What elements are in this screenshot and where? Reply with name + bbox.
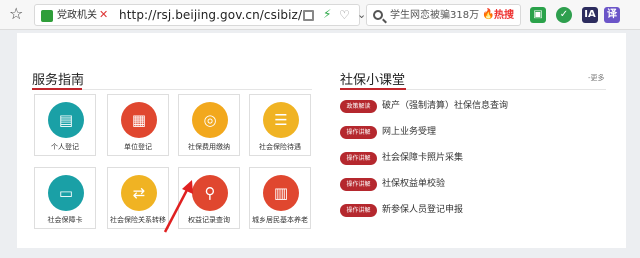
magnifier-icon: ⚲ [204,184,216,202]
service-tile[interactable]: ☰ 社会保险待遇 [249,94,311,156]
service-tile[interactable]: ▥ 城乡居民基本养老 [249,167,311,229]
service-tile-label: 社会保障卡 [47,216,83,224]
category-badge: 操作讲解 [340,152,377,165]
translate-extension-icon[interactable]: 译 [604,7,620,23]
service-tile[interactable]: ◎ 社保费用缴纳 [178,94,240,156]
service-tile-label: 社会保险待遇 [259,143,301,151]
site-category-label: 党政机关 [57,10,97,21]
category-badge: 操作讲解 [340,126,377,139]
more-link[interactable]: -更多 [588,73,605,83]
service-tile-label: 城乡居民基本养老 [252,216,308,224]
address-bar[interactable]: 党政机关 ✕ http://rsj.beijing.gov.cn/csibiz/… [34,4,366,26]
classroom-list-item[interactable]: 操作讲解 网上业务受理 [340,126,606,140]
classroom-item-link[interactable]: 破产（强制清算）社保信息查询 [382,100,508,113]
classroom-item-link[interactable]: 社会保障卡照片采集 [382,152,463,165]
ia-extension-icon[interactable]: IA [582,7,598,23]
fire-icon: 🔥 [482,9,495,20]
service-tile-label: 社保费用缴纳 [188,143,230,151]
service-tile-label: 单位登记 [124,143,152,151]
check-extension-icon[interactable]: ✓ [556,7,572,23]
social-card-icon: ▭ [58,184,74,202]
blocked-icon[interactable]: ✕ [99,8,108,22]
search-box[interactable]: 学生网恋被骗318万 🔥 热搜 [366,4,521,26]
category-badge: 操作讲解 [340,204,377,217]
classroom-list-item[interactable]: 政策解读 破产（强制清算）社保信息查询 [340,100,606,114]
transfer-icon: ⇄ [132,184,146,202]
search-suggestion[interactable]: 学生网恋被骗318万 [390,9,479,22]
service-tile[interactable]: ⇄ 社会保险关系转移 [107,167,169,229]
government-site-icon [41,10,53,22]
category-badge: 政策解读 [340,100,377,113]
category-badge: 操作讲解 [340,178,377,191]
red-arrow-annotation [163,180,193,233]
id-card-icon: ▤ [58,111,74,129]
reader-extension-icon[interactable]: ▣ [530,7,546,23]
document-list-icon: ☰ [274,111,288,129]
classroom-item-link[interactable]: 网上业务受理 [382,126,436,139]
coins-icon: ◎ [203,111,217,129]
service-tile-label: 个人登记 [51,143,79,151]
heart-icon[interactable]: ♡ [339,8,350,22]
classroom-item-link[interactable]: 新参保人员登记申报 [382,204,463,217]
classroom-title-underline [340,88,406,90]
bookmark-star-icon[interactable]: ☆ [9,5,23,23]
qr-code-icon[interactable] [303,10,314,21]
classroom-list-item[interactable]: 操作讲解 新参保人员登记申报 [340,204,606,218]
building-icon: ▦ [131,111,147,129]
url-text[interactable]: http://rsj.beijing.gov.cn/csibiz/ [119,8,302,23]
service-tile[interactable]: ▦ 单位登记 [107,94,169,156]
service-tile[interactable]: ▤ 个人登记 [34,94,96,156]
service-tile-label: 社会保险关系转移 [110,216,166,224]
hot-search-label[interactable]: 热搜 [494,9,514,22]
classroom-list-item[interactable]: 操作讲解 社保权益单校验 [340,178,606,192]
lightning-icon[interactable]: ⚡ [323,7,331,22]
chevron-down-icon[interactable]: ⌄ [357,7,366,22]
browser-toolbar: ☆ 党政机关 ✕ http://rsj.beijing.gov.cn/csibi… [0,0,640,30]
services-title-underline [32,88,82,90]
more-label[interactable]: 更多 [591,74,605,82]
service-tile[interactable]: ▭ 社会保障卡 [34,167,96,229]
pension-icon: ▥ [273,184,289,202]
classroom-item-link[interactable]: 社保权益单校验 [382,178,445,191]
search-icon[interactable] [373,10,383,20]
classroom-list-item[interactable]: 操作讲解 社会保障卡照片采集 [340,152,606,166]
